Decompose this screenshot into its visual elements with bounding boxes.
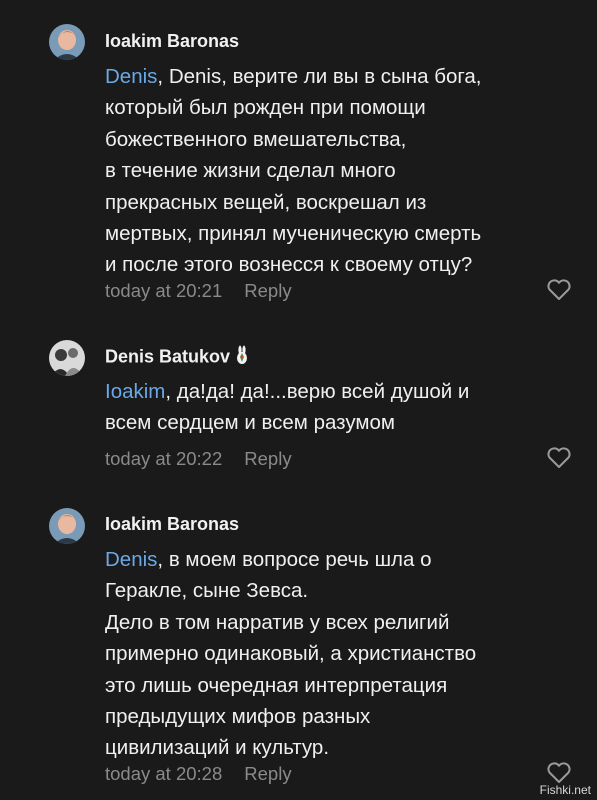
comment-time: today at 20:21 xyxy=(105,280,223,301)
heart-icon[interactable] xyxy=(546,278,572,302)
author-name[interactable]: Denis Batukov xyxy=(105,346,230,366)
comment-time: today at 20:28 xyxy=(105,763,223,784)
avatar[interactable] xyxy=(49,508,85,544)
reply-button[interactable]: Reply xyxy=(244,448,291,469)
avatar[interactable] xyxy=(49,340,85,376)
mention-link[interactable]: Ioakim xyxy=(105,380,165,403)
comment-meta: today at 20:22 Reply xyxy=(105,448,292,470)
comment-meta: today at 20:28 Reply xyxy=(105,763,292,785)
heart-icon[interactable] xyxy=(546,761,572,785)
comment-text: Denis, в моем вопросе речь шла о Геракле… xyxy=(105,544,575,764)
heart-icon[interactable] xyxy=(546,446,572,470)
mention-link[interactable]: Denis xyxy=(105,548,157,571)
comment-meta: today at 20:21 Reply xyxy=(105,280,292,302)
reply-button[interactable]: Reply xyxy=(244,280,291,301)
comment-author[interactable]: Ioakim Baronas xyxy=(105,31,239,52)
avatar[interactable] xyxy=(49,24,85,60)
comment-text: Denis, Denis, верите ли вы в сына бога, … xyxy=(105,61,575,281)
bunny-emoji-icon xyxy=(236,345,248,370)
comment-body: , в моем вопросе речь шла о Геракле, сын… xyxy=(105,548,477,760)
comment-body: , Denis, верите ли вы в сына бога, котор… xyxy=(105,65,482,277)
reply-button[interactable]: Reply xyxy=(244,763,291,784)
comment-text: Ioakim, да!да! да!...верю всей душой и в… xyxy=(105,376,575,439)
mention-link[interactable]: Denis xyxy=(105,65,157,88)
comment-time: today at 20:22 xyxy=(105,448,223,469)
watermark: Fishki.net xyxy=(539,783,591,797)
comment-author[interactable]: Ioakim Baronas xyxy=(105,514,239,535)
comment-author[interactable]: Denis Batukov xyxy=(105,345,248,370)
